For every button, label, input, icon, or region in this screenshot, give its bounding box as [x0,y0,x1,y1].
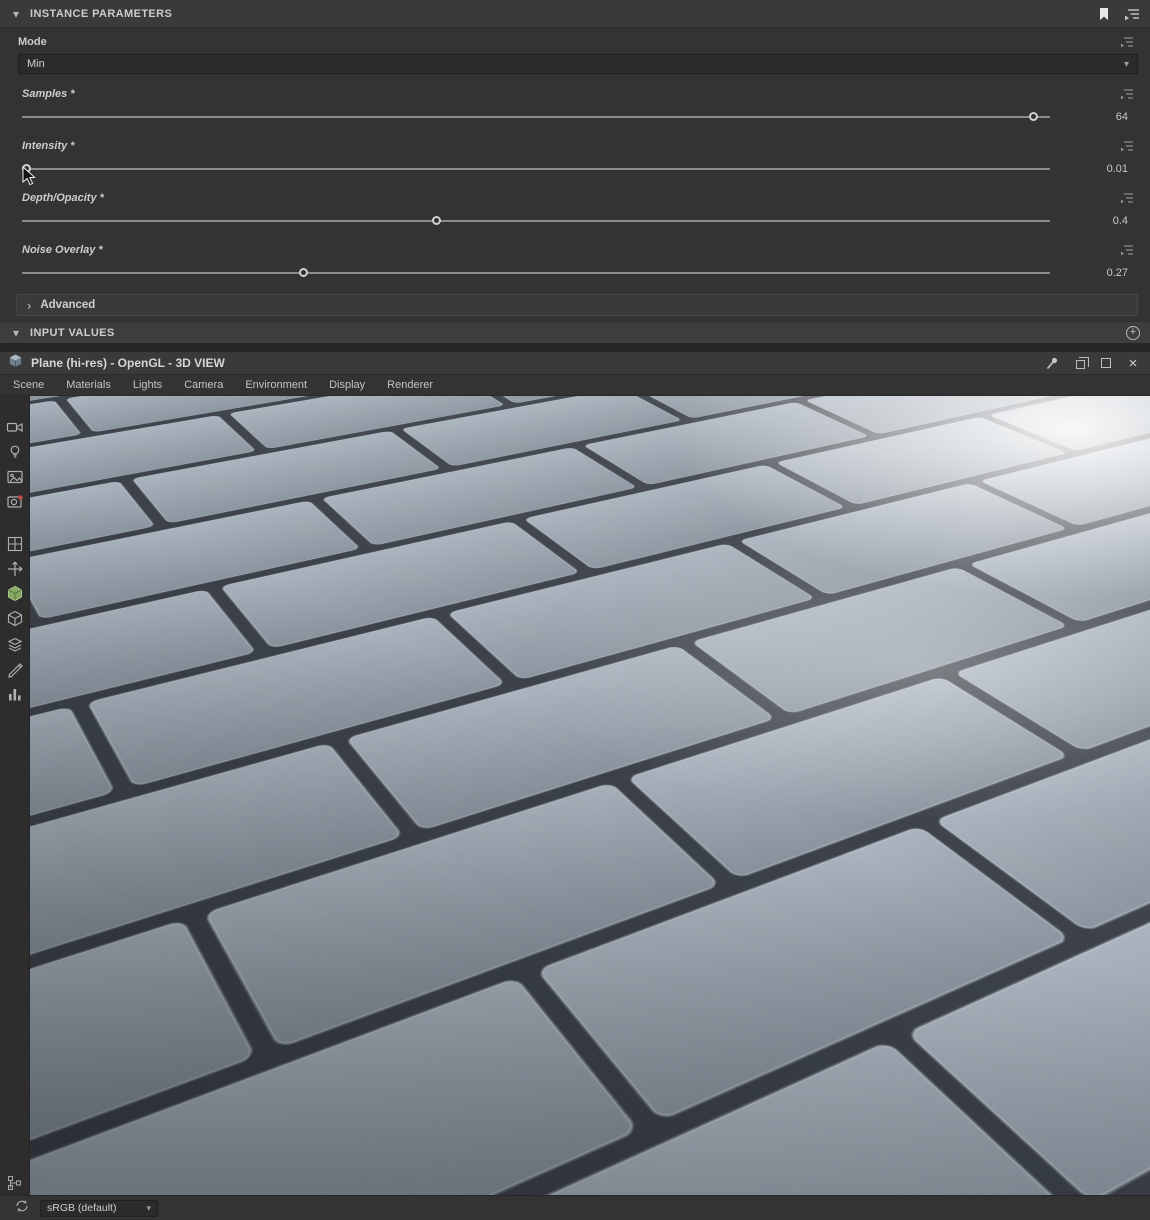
viewport-3d[interactable] [30,396,1150,1195]
param-label: Mode [18,36,47,48]
param-label: Noise Overlay * [22,244,103,256]
instance-parameters-panel: ▾ INSTANCE PARAMETERS Mode Min ▾ Samples… [0,0,1150,344]
param-intensity: Intensity * 0.01 [0,136,1150,182]
menu-scene[interactable]: Scene [13,379,44,391]
chevron-down-icon: ▾ [1123,58,1129,70]
slider-value: 0.27 [1106,267,1128,279]
menu-environment[interactable]: Environment [245,379,307,391]
depth-opacity-slider[interactable]: 0.4 [0,208,1150,234]
bookmark-icon[interactable] [1098,7,1110,21]
mode-dropdown-value: Min [27,58,45,70]
section-title: INSTANCE PARAMETERS [30,7,173,20]
chevron-right-icon: › [27,297,32,313]
layers-icon[interactable] [1,631,29,656]
menu-camera[interactable]: Camera [184,379,223,391]
panel-divider [0,344,1150,352]
transform-axis-icon[interactable] [1,556,29,581]
slider-track[interactable] [22,164,1050,173]
slider-handle[interactable] [1028,112,1038,121]
close-icon[interactable]: × [1126,356,1140,371]
add-input-icon[interactable]: + [1126,325,1140,340]
param-label: Samples * [22,88,75,100]
menu-lights[interactable]: Lights [133,379,162,391]
snapshot-icon[interactable] [1,489,29,514]
slider-value: 0.4 [1112,215,1128,227]
cube-3d-icon [8,353,23,374]
view-3d-statusbar: sRGB (default) ▾ [0,1195,1150,1220]
collapse-chevron-icon[interactable]: ▾ [8,326,24,340]
menu-renderer[interactable]: Renderer [387,379,433,391]
pen-icon[interactable] [1,656,29,681]
intensity-slider[interactable]: 0.01 [0,156,1150,182]
chevron-down-icon: ▾ [146,1202,151,1213]
advanced-section-toggle[interactable]: › Advanced [16,294,1138,316]
restore-window-icon[interactable] [1072,356,1089,370]
uv-grid-icon[interactable] [1,531,29,556]
mode-dropdown[interactable]: Min ▾ [18,54,1138,74]
slider-handle[interactable] [432,216,442,225]
geometry-cube-icon[interactable] [1,606,29,631]
camera-icon[interactable] [1,414,29,439]
param-mode: Mode Min ▾ [0,32,1150,74]
view-3d-panel: Plane (hi-res) - OpenGL - 3D VIEW × Scen… [0,344,1150,1220]
view-3d-toolbar [0,396,30,1195]
collapse-chevron-icon[interactable]: ▾ [8,7,24,21]
preset-menu-icon[interactable] [1124,7,1140,21]
param-samples: Samples * 64 [0,84,1150,130]
plus-glyph: + [1129,326,1137,338]
view-3d-titlebar[interactable]: Plane (hi-res) - OpenGL - 3D VIEW × [0,352,1150,375]
maximize-icon[interactable] [1099,356,1113,370]
samples-slider[interactable]: 64 [0,104,1150,130]
function-icon[interactable] [1120,140,1134,152]
view-3d-menubar: Scene Materials Lights Camera Environmen… [0,375,1150,396]
hierarchy-icon[interactable] [0,1175,30,1191]
param-depth-opacity: Depth/Opacity * 0.4 [0,188,1150,234]
param-label: Intensity * [22,140,75,152]
substance-designer-window: ▾ INSTANCE PARAMETERS Mode Min ▾ Samples… [0,0,1150,1220]
param-label: Depth/Opacity * [22,192,104,204]
function-icon[interactable] [1120,192,1134,204]
menu-materials[interactable]: Materials [66,379,111,391]
image-icon[interactable] [1,464,29,489]
slider-handle[interactable] [298,268,308,277]
perspective-cube-icon[interactable] [1,581,29,606]
color-management-icon[interactable] [14,1198,30,1219]
function-icon[interactable] [1120,244,1134,256]
section-title: INPUT VALUES [30,326,115,339]
chart-icon[interactable] [1,681,29,706]
slider-track[interactable] [22,268,1050,277]
slider-track[interactable] [22,112,1050,121]
noise-overlay-slider[interactable]: 0.27 [0,260,1150,286]
function-icon[interactable] [1120,88,1134,100]
slider-value: 0.01 [1106,163,1128,175]
light-icon[interactable] [1,439,29,464]
advanced-label: Advanced [40,299,96,311]
colorspace-select[interactable]: sRGB (default) ▾ [40,1199,158,1217]
function-icon[interactable] [1120,36,1134,48]
menu-display[interactable]: Display [329,379,365,391]
colorspace-value: sRGB (default) [47,1202,117,1214]
slider-handle[interactable] [22,164,32,173]
instance-parameters-header[interactable]: ▾ INSTANCE PARAMETERS [0,0,1150,28]
view-3d-title: Plane (hi-res) - OpenGL - 3D VIEW [31,356,225,370]
param-noise-overlay: Noise Overlay * 0.27 [0,240,1150,286]
input-values-header[interactable]: ▾ INPUT VALUES + [0,321,1150,344]
slider-track[interactable] [22,216,1050,225]
pin-icon[interactable] [1045,356,1059,370]
slider-value: 64 [1115,111,1128,123]
